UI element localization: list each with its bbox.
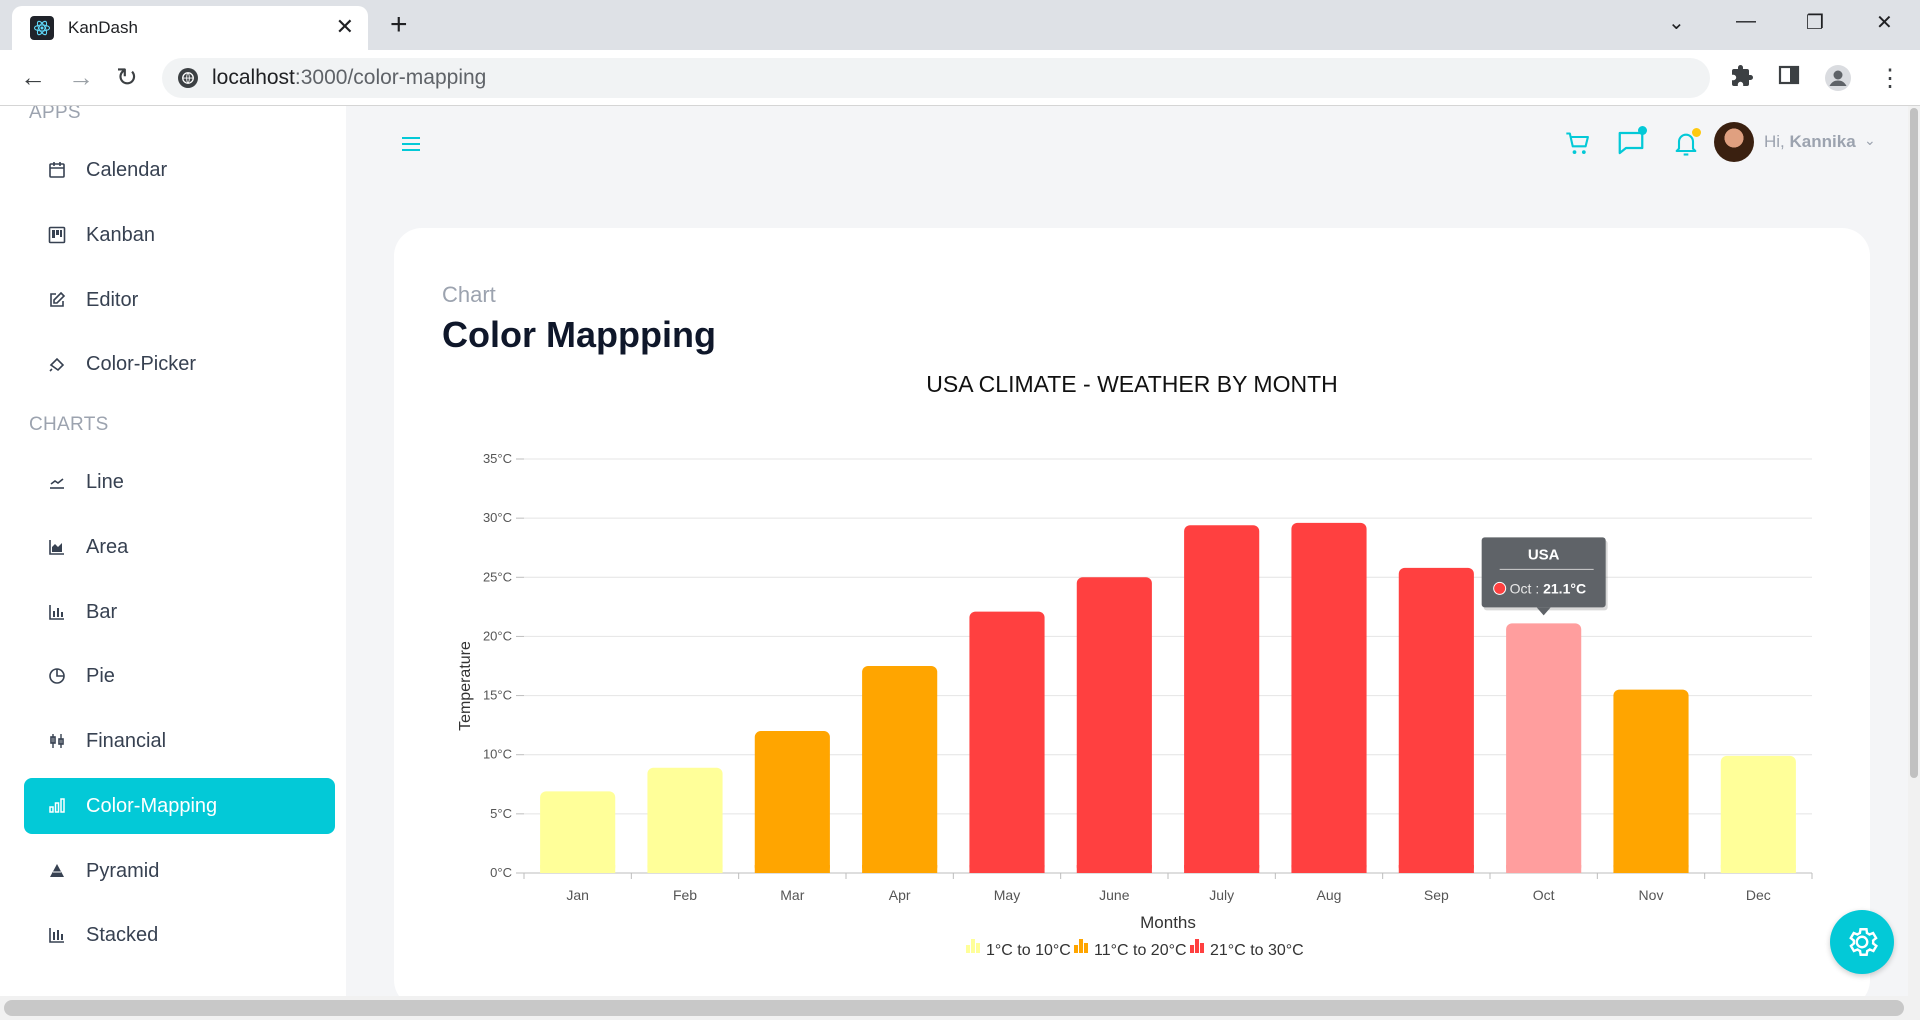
y-tick-label: 35°C	[483, 451, 512, 466]
legend-swatch	[971, 939, 975, 953]
y-tick-label: 20°C	[483, 628, 512, 643]
legend-swatch	[1200, 943, 1204, 953]
x-tick-label: Nov	[1639, 887, 1664, 903]
bar-base	[1613, 865, 1689, 873]
bar	[1398, 567, 1474, 873]
x-tick-label: Feb	[673, 887, 697, 903]
y-tick-label: 10°C	[483, 747, 512, 762]
y-tick-label: 15°C	[483, 688, 512, 703]
y-axis-label: Temperature	[457, 641, 474, 731]
settings-button[interactable]	[1830, 910, 1894, 974]
y-tick-label: 25°C	[483, 569, 512, 584]
color-mapping-chart: USA CLIMATE - WEATHER BY MONTH 0°C 5°C 10°C…	[457, 371, 1813, 959]
x-tick-label: Apr	[889, 887, 911, 903]
y-tick-label: 0°C	[490, 865, 512, 880]
legend-label: 11°C to 20°C	[1094, 942, 1187, 959]
bar	[1184, 525, 1260, 873]
y-tick-label: 30°C	[483, 510, 512, 525]
bar-base	[1076, 865, 1152, 873]
x-tick-label: July	[1209, 887, 1234, 903]
x-tick-label: Oct	[1533, 887, 1555, 903]
bar-base	[647, 865, 723, 873]
y-tick-label: 5°C	[490, 806, 512, 821]
bar	[1506, 623, 1582, 873]
legend-label: 1°C to 10°C	[986, 942, 1071, 959]
legend-swatch	[1190, 945, 1194, 953]
x-tick-label: Aug	[1317, 887, 1342, 903]
tooltip-value: Oct : 21.1°C	[1510, 580, 1586, 596]
bar	[1613, 689, 1689, 873]
vertical-scrollbar[interactable]	[1908, 106, 1920, 996]
legend-label: 21°C to 30°C	[1210, 942, 1304, 959]
horizontal-scrollbar[interactable]	[0, 996, 1920, 1020]
x-tick-label: May	[994, 887, 1020, 903]
x-tick-label: Mar	[780, 887, 804, 903]
bar-base	[1720, 865, 1796, 873]
tooltip-pointer	[1536, 607, 1551, 616]
legend-swatch	[1195, 939, 1199, 953]
bar	[1076, 577, 1152, 873]
legend-swatch	[976, 943, 980, 953]
bar	[1291, 522, 1367, 873]
bar	[1720, 755, 1796, 873]
bar-base	[969, 865, 1045, 873]
legend-swatch	[966, 945, 970, 953]
bar	[862, 666, 938, 873]
bar-base	[1506, 865, 1582, 873]
bar-base	[862, 865, 938, 873]
bar	[540, 791, 616, 873]
legend-swatch	[1079, 939, 1083, 953]
x-tick-label: Sep	[1424, 887, 1449, 903]
vertical-scrollbar-thumb[interactable]	[1910, 108, 1918, 778]
gear-icon	[1849, 928, 1878, 956]
x-tick-label: June	[1099, 887, 1130, 903]
tooltip-marker	[1493, 581, 1507, 595]
bar-base	[1184, 865, 1260, 873]
bar-base	[540, 865, 616, 873]
chart-title: USA CLIMATE - WEATHER BY MONTH	[926, 371, 1337, 397]
bar	[969, 611, 1045, 873]
legend-swatch	[1074, 945, 1078, 953]
x-axis-label: Months	[1140, 913, 1196, 932]
bar-base	[754, 865, 830, 873]
bar	[754, 731, 830, 873]
legend-swatch	[1084, 943, 1088, 953]
horizontal-scrollbar-thumb[interactable]	[4, 1000, 1904, 1016]
bar	[647, 767, 723, 873]
x-tick-label: Jan	[566, 887, 589, 903]
tooltip-header: USA	[1528, 546, 1560, 563]
bar-base	[1291, 865, 1367, 873]
bar-base	[1398, 865, 1474, 873]
x-tick-label: Dec	[1746, 887, 1771, 903]
